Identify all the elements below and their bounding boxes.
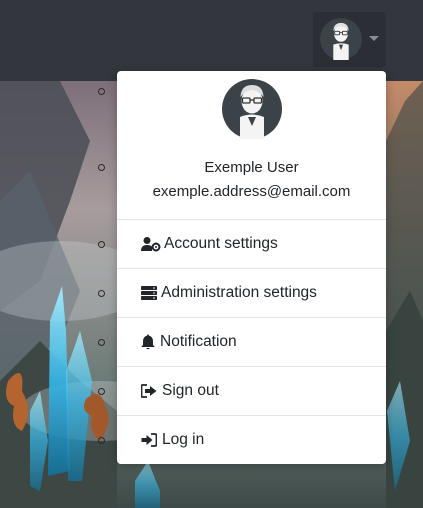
list-bullet	[98, 88, 105, 95]
user-cog-icon	[141, 236, 161, 252]
menu-item-label: Notification	[160, 333, 237, 350]
user-profile-header: Exemple User exemple.address@email.com	[117, 71, 386, 219]
user-name: Exemple User	[204, 159, 299, 176]
menu-item-notification[interactable]: Notification	[117, 317, 386, 366]
list-bullet	[98, 437, 105, 444]
menu-item-log-in[interactable]: Log in	[117, 415, 386, 464]
user-email: exemple.address@email.com	[152, 183, 351, 200]
sign-out-icon	[141, 383, 159, 399]
sign-in-icon	[141, 432, 159, 448]
user-avatar-icon	[222, 79, 282, 139]
chevron-down-icon	[369, 36, 379, 41]
menu-item-sign-out[interactable]: Sign out	[117, 366, 386, 415]
server-icon	[141, 285, 158, 301]
list-bullet	[98, 388, 105, 395]
list-bullet	[98, 339, 105, 346]
menu-item-label: Log in	[162, 431, 205, 448]
list-bullet	[98, 290, 105, 297]
list-bullet	[98, 164, 105, 171]
menu-item-label: Administration settings	[161, 284, 317, 301]
list-bullet	[98, 241, 105, 248]
user-dropdown-menu: Exemple User exemple.address@email.com A…	[117, 71, 386, 464]
menu-item-account-settings[interactable]: Account settings	[117, 219, 386, 268]
bell-icon	[141, 334, 157, 350]
top-navbar	[0, 0, 423, 81]
menu-item-label: Sign out	[162, 382, 219, 399]
user-menu-toggle[interactable]	[313, 12, 386, 67]
user-avatar-icon	[320, 18, 362, 60]
menu-item-label: Account settings	[164, 235, 278, 252]
menu-item-administration-settings[interactable]: Administration settings	[117, 268, 386, 317]
